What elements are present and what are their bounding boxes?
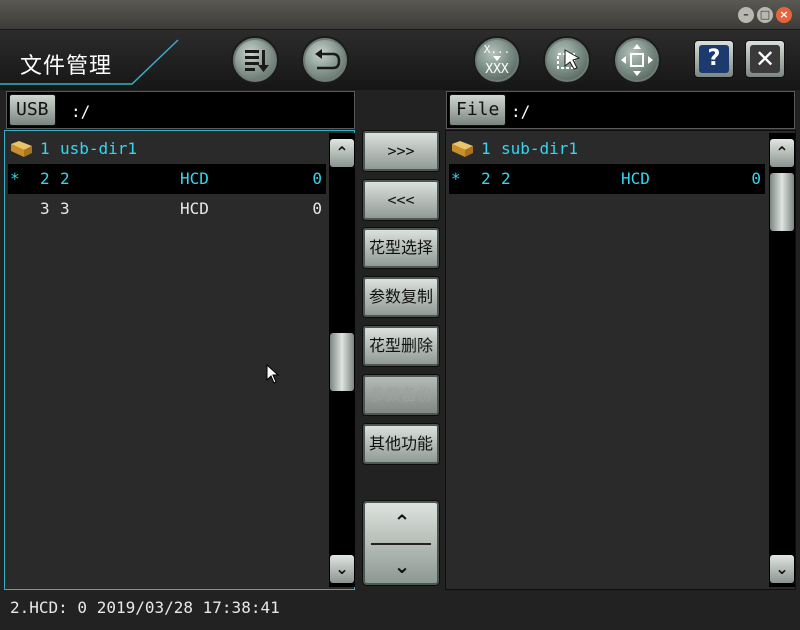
page-up-button[interactable]: ⌃ — [363, 501, 441, 543]
copy-to-usb-button[interactable]: <<< — [362, 179, 440, 221]
app-header: 文件管理 X... XXX ? ✕ — [0, 30, 800, 90]
row-index: 3 — [40, 199, 50, 218]
back-button[interactable] — [301, 36, 349, 84]
close-page-button[interactable]: ✕ — [745, 40, 785, 78]
file-rows: 1 sub-dir1 * 2 2 HCD 0 — [449, 134, 765, 194]
row-type: HCD — [180, 199, 209, 218]
select-pointer-button[interactable] — [543, 36, 591, 84]
usb-path-bar: USB :/ — [6, 91, 355, 129]
usb-path-text: :/ — [71, 102, 91, 121]
file-row[interactable]: * 2 2 HCD 0 — [8, 164, 326, 194]
row-index: 1 — [40, 139, 50, 158]
page-stepper: ⌃ ⌄ — [362, 500, 440, 586]
center-move-icon — [621, 44, 653, 76]
usb-file-list: 1 usb-dir1 * 2 2 HCD 0 3 3 HCD 0 ⌃ ⌄ — [4, 130, 355, 590]
row-size: 0 — [312, 169, 322, 188]
copy-to-file-button[interactable]: >>> — [362, 130, 440, 172]
sort-icon — [245, 50, 269, 72]
help-button[interactable]: ? — [694, 40, 734, 78]
file-path-text: :/ — [511, 102, 531, 121]
goto-button[interactable]: X... XXX — [473, 36, 521, 84]
row-size: 0 — [751, 169, 761, 188]
row-index: 2 — [40, 169, 50, 188]
folder-row[interactable]: 1 usb-dir1 — [8, 134, 326, 164]
pattern-delete-button[interactable]: 花型删除 — [362, 325, 440, 367]
center-move-button[interactable] — [613, 36, 661, 84]
file-row[interactable]: * 2 2 HCD 0 — [449, 164, 765, 194]
page-title: 文件管理 — [20, 54, 113, 79]
folder-row[interactable]: 1 sub-dir1 — [449, 134, 765, 164]
other-functions-button[interactable]: 其他功能 — [362, 423, 440, 465]
file-row[interactable]: 3 3 HCD 0 — [8, 194, 326, 224]
usb-scroll-up-button[interactable]: ⌃ — [330, 139, 354, 167]
row-name: sub-dir1 — [501, 139, 579, 158]
window-minimize-button[interactable]: – — [738, 7, 754, 23]
file-scroll-up-button[interactable]: ⌃ — [770, 139, 794, 167]
param-copy-button[interactable]: 参数复制 — [362, 276, 440, 318]
file-scroll-down-button[interactable]: ⌄ — [770, 555, 794, 583]
usb-list-scrollbar[interactable]: ⌃ ⌄ — [329, 133, 355, 587]
row-type: HCD — [621, 169, 650, 188]
row-marker: * — [10, 169, 20, 188]
window-titlebar: – □ × — [0, 0, 800, 30]
row-name: 2 — [501, 169, 511, 188]
file-list: 1 sub-dir1 * 2 2 HCD 0 ⌃ ⌄ — [445, 130, 796, 590]
usb-file-rows: 1 usb-dir1 * 2 2 HCD 0 3 3 HCD 0 — [8, 134, 326, 224]
pattern-select-button[interactable]: 花型选择 — [362, 227, 440, 269]
row-size: 0 — [312, 199, 322, 218]
param-backup-button: 参数备份 — [362, 374, 440, 416]
page-title-tab: 文件管理 — [0, 36, 180, 86]
row-type: HCD — [180, 169, 209, 188]
help-icon: ? — [699, 45, 729, 73]
row-marker: * — [451, 169, 461, 188]
window-close-button[interactable]: × — [776, 7, 792, 23]
file-scroll-thumb[interactable] — [770, 173, 794, 231]
mouse-cursor-icon — [266, 364, 280, 384]
return-icon — [315, 49, 341, 70]
sort-button[interactable] — [231, 36, 279, 84]
usb-scroll-down-button[interactable]: ⌄ — [330, 555, 354, 583]
file-source-button[interactable]: File — [449, 94, 507, 126]
row-name: 2 — [60, 169, 70, 188]
page-down-button[interactable]: ⌄ — [363, 545, 441, 587]
window-maximize-button[interactable]: □ — [757, 7, 773, 23]
row-index: 2 — [481, 169, 491, 188]
row-name: 3 — [60, 199, 70, 218]
file-list-scrollbar[interactable]: ⌃ ⌄ — [769, 133, 795, 587]
status-bar: 2.HCD: 0 2019/03/28 17:38:41 — [10, 598, 280, 617]
row-index: 1 — [481, 139, 491, 158]
close-icon: ✕ — [750, 45, 780, 73]
usb-source-button[interactable]: USB — [9, 94, 56, 126]
select-pointer-icon — [557, 49, 581, 70]
file-path-bar: File :/ — [446, 91, 795, 129]
goto-label-bottom: XXX — [485, 62, 509, 77]
usb-scroll-thumb[interactable] — [330, 333, 354, 391]
row-name: usb-dir1 — [60, 139, 138, 158]
